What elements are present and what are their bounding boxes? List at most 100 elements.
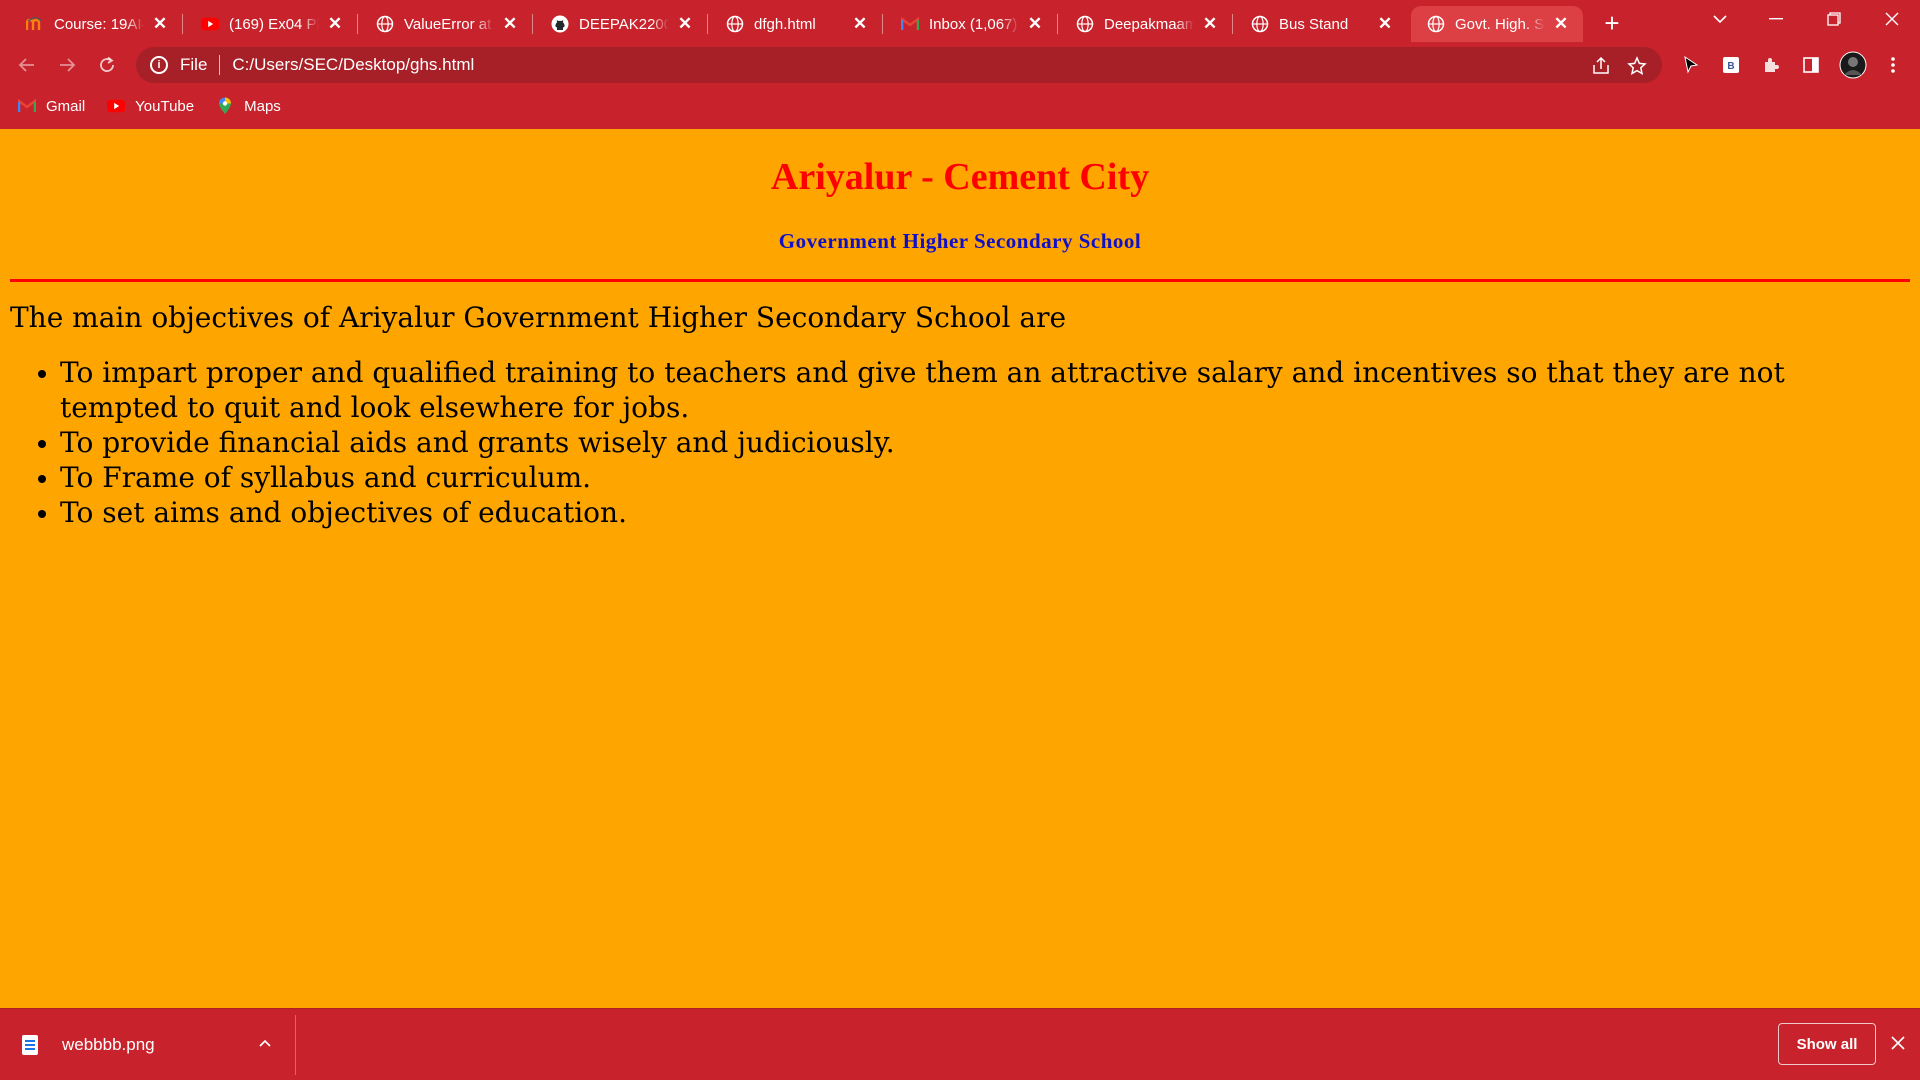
list-item: To impart proper and qualified training … <box>38 355 1880 425</box>
gmail-icon <box>901 15 919 33</box>
close-icon[interactable]: ✕ <box>850 14 870 34</box>
reload-button[interactable] <box>92 50 122 80</box>
tab-separator <box>707 14 708 34</box>
download-file-name: webbbb.png <box>62 1035 155 1054</box>
browser-chrome: Course: 19AI4 ✕ (169) Ex04 Pla ✕ ValueEr… <box>0 0 1920 129</box>
tab-separator <box>1057 14 1058 34</box>
horizontal-rule <box>10 279 1910 282</box>
list-item: To set aims and objectives of education. <box>38 495 1880 530</box>
star-icon[interactable] <box>1626 55 1648 77</box>
youtube-icon <box>201 15 219 33</box>
github-icon <box>551 15 569 33</box>
tab-search-button[interactable] <box>1692 0 1748 38</box>
tab-separator <box>182 14 183 34</box>
toolbar: i File C:/Users/SEC/Desktop/ghs.html B <box>0 42 1920 88</box>
tab-separator <box>532 14 533 34</box>
bookmark-youtube[interactable]: YouTube <box>107 98 194 115</box>
tab-title: Bus Stand <box>1279 15 1349 33</box>
profile-avatar[interactable] <box>1838 50 1868 80</box>
extensions-puzzle-icon[interactable] <box>1756 50 1786 80</box>
close-icon[interactable]: ✕ <box>1375 14 1395 34</box>
bookmark-gmail[interactable]: Gmail <box>18 98 85 115</box>
download-divider <box>295 1015 296 1075</box>
close-icon[interactable]: ✕ <box>150 14 170 34</box>
close-icon[interactable]: ✕ <box>675 14 695 34</box>
file-icon <box>22 1035 38 1055</box>
tab-valueerror[interactable]: ValueError at / ✕ <box>360 6 533 42</box>
globe-icon <box>1427 15 1445 33</box>
minimize-button[interactable] <box>1748 0 1804 38</box>
tab-title: Deepakmaam <box>1104 15 1194 33</box>
tab-bus-stand[interactable]: Bus Stand ✕ <box>1235 6 1407 42</box>
objectives-list: To impart proper and qualified training … <box>38 355 1880 530</box>
close-icon[interactable] <box>1886 1031 1910 1055</box>
window-close-button[interactable] <box>1864 0 1920 38</box>
new-tab-button[interactable]: + <box>1597 8 1627 38</box>
show-all-button[interactable]: Show all <box>1778 1023 1876 1065</box>
tab-separator <box>882 14 883 34</box>
page-subheading: Government Higher Secondary School <box>778 229 1142 253</box>
close-icon <box>1885 12 1899 26</box>
globe-icon <box>1076 15 1094 33</box>
svg-text:B: B <box>1727 61 1734 72</box>
list-item: To Frame of syllabus and curriculum. <box>38 460 1880 495</box>
close-icon[interactable]: ✕ <box>500 14 520 34</box>
url-text[interactable]: C:/Users/SEC/Desktop/ghs.html <box>232 55 474 75</box>
tab-title: dfgh.html <box>754 15 816 33</box>
globe-icon <box>726 15 744 33</box>
bookmark-maps[interactable]: Maps <box>216 97 281 115</box>
back-button[interactable] <box>12 50 42 80</box>
bookmarks-bar: Gmail YouTube Maps <box>0 88 1920 124</box>
moodle-icon <box>26 15 44 33</box>
tab-dfgh[interactable]: dfgh.html ✕ <box>710 6 883 42</box>
list-item: To provide financial aids and grants wis… <box>38 425 1880 460</box>
tab-deepakmaam[interactable]: Deepakmaam ✕ <box>1060 6 1233 42</box>
url-scheme: File <box>180 55 208 74</box>
page-heading: Ariyalur - Cement City <box>770 156 1150 198</box>
download-item[interactable]: webbbb.png <box>22 1027 155 1063</box>
restore-button[interactable] <box>1806 0 1862 38</box>
b-extension-icon[interactable]: B <box>1716 50 1746 80</box>
maps-icon <box>216 97 234 114</box>
tab-github[interactable]: DEEPAK22002 ✕ <box>535 6 708 42</box>
tab-title: Govt. High. Se <box>1455 15 1545 33</box>
close-icon[interactable]: ✕ <box>1551 14 1571 34</box>
bookmark-label: Gmail <box>46 97 86 115</box>
back-arrow-icon <box>18 58 34 72</box>
chevron-down-icon <box>1713 15 1727 24</box>
forward-arrow-icon <box>60 58 76 72</box>
tab-title: Inbox (1,067) <box>929 15 1018 33</box>
gmail-icon <box>18 98 36 114</box>
chevron-up-icon[interactable] <box>258 1035 272 1051</box>
globe-icon <box>376 15 394 33</box>
minimize-icon <box>1769 18 1783 20</box>
cursor-extension-icon[interactable] <box>1676 50 1706 80</box>
site-info-icon[interactable]: i <box>150 56 168 74</box>
tab-title: (169) Ex04 Pla <box>229 15 319 33</box>
tab-govt-school[interactable]: Govt. High. Se ✕ <box>1411 6 1583 42</box>
page-content: Ariyalur - Cement City Government Higher… <box>0 129 1920 1008</box>
tab-inbox[interactable]: Inbox (1,067) ✕ <box>885 6 1058 42</box>
tab-course[interactable]: Course: 19AI4 ✕ <box>10 6 183 42</box>
url-separator <box>219 55 221 75</box>
restore-icon <box>1827 12 1841 26</box>
side-panel-icon[interactable] <box>1796 50 1826 80</box>
bookmark-label: Maps <box>244 97 281 115</box>
tab-strip: Course: 19AI4 ✕ (169) Ex04 Pla ✕ ValueEr… <box>0 0 1920 42</box>
forward-button[interactable] <box>52 50 82 80</box>
close-icon[interactable]: ✕ <box>1200 14 1220 34</box>
tab-youtube[interactable]: (169) Ex04 Pla ✕ <box>185 6 358 42</box>
globe-icon <box>1251 15 1269 33</box>
bookmark-label: YouTube <box>135 97 195 115</box>
address-bar[interactable]: i File C:/Users/SEC/Desktop/ghs.html <box>136 47 1662 83</box>
youtube-icon <box>107 98 126 114</box>
menu-kebab-icon[interactable] <box>1878 50 1908 80</box>
intro-text: The main objectives of Ariyalur Governme… <box>10 301 1067 334</box>
share-icon[interactable] <box>1590 55 1612 77</box>
reload-icon <box>100 56 114 72</box>
close-icon[interactable]: ✕ <box>1025 14 1045 34</box>
close-icon[interactable]: ✕ <box>325 14 345 34</box>
tab-title: DEEPAK22002 <box>579 15 669 33</box>
tab-title: ValueError at / <box>404 15 494 33</box>
download-bar: webbbb.png Show all <box>0 1008 1920 1080</box>
